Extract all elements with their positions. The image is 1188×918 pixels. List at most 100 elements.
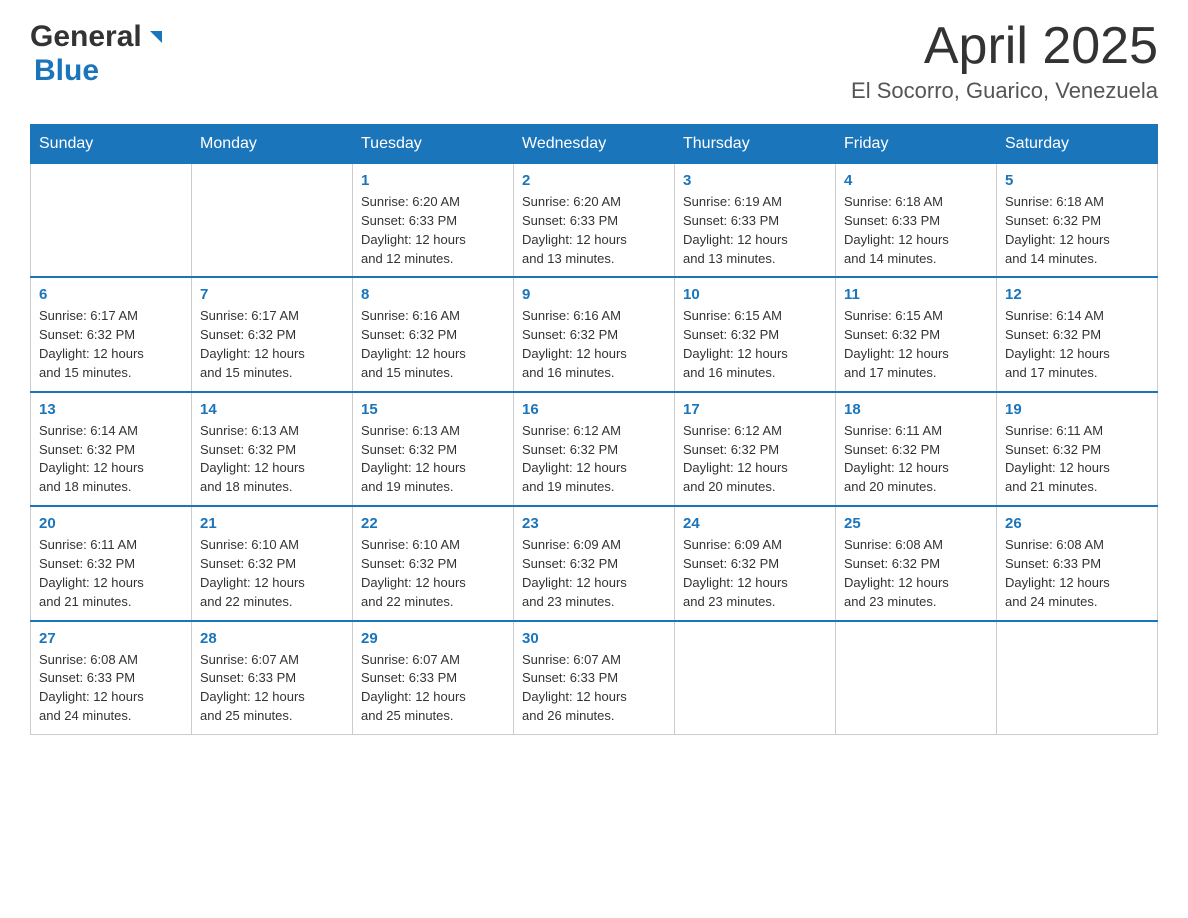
calendar-cell: 15Sunrise: 6:13 AM Sunset: 6:32 PM Dayli… [353,392,514,506]
day-number: 3 [683,172,827,189]
calendar-cell: 14 Sunrise: 6:13 AM Sunset: 6:32 PM Dayli… [192,392,353,506]
logo: General Blue [30,20,166,88]
calendar-cell [675,621,836,735]
day-info: Sunrise: 6:13 AM Sunset: 6:32 PM Dayligh… [200,422,344,497]
day-number: 12 [1005,286,1149,303]
day-info: Sunrise: 6:11 AM Sunset: 6:32 PM Dayligh… [39,536,183,611]
calendar-cell: 11 Sunrise: 6:15 AM Sunset: 6:32 PM Dayli… [836,277,997,391]
month-title: April 2025 [851,20,1158,72]
calendar-cell: 28 Sunrise: 6:07 AM Sunset: 6:33 PM Dayli… [192,621,353,735]
calendar-cell: 27Sunrise: 6:08 AM Sunset: 6:33 PM Dayli… [31,621,192,735]
day-number: 1 [361,172,505,189]
day-number: 17 [683,401,827,418]
logo-general-text: General [30,20,142,54]
calendar-week-row: 6 Sunrise: 6:17 AM Sunset: 6:32 PM Daylig… [31,277,1158,391]
col-header-sunday: Sunday [31,125,192,164]
calendar-cell: 18 Sunrise: 6:11 AM Sunset: 6:32 PM Dayli… [836,392,997,506]
page-header: General Blue April 2025 El Socorro, Guar… [30,20,1158,104]
day-info: Sunrise: 6:16 AM Sunset: 6:32 PM Dayligh… [361,307,505,382]
col-header-wednesday: Wednesday [514,125,675,164]
calendar-cell [192,164,353,278]
calendar-cell: 29Sunrise: 6:07 AM Sunset: 6:33 PM Dayli… [353,621,514,735]
day-number: 13 [39,401,183,418]
day-number: 15 [361,401,505,418]
day-info: Sunrise: 6:10 AM Sunset: 6:32 PM Dayligh… [200,536,344,611]
day-info: Sunrise: 6:08 AM Sunset: 6:32 PM Dayligh… [844,536,988,611]
day-info: Sunrise: 6:07 AM Sunset: 6:33 PM Dayligh… [522,651,666,726]
day-number: 28 [200,630,344,647]
day-number: 23 [522,515,666,532]
day-number: 21 [200,515,344,532]
calendar-cell: 22Sunrise: 6:10 AM Sunset: 6:32 PM Dayli… [353,506,514,620]
day-number: 5 [1005,172,1149,189]
calendar-week-row: 20 Sunrise: 6:11 AM Sunset: 6:32 PM Dayli… [31,506,1158,620]
col-header-saturday: Saturday [997,125,1158,164]
day-info: Sunrise: 6:19 AM Sunset: 6:33 PM Dayligh… [683,193,827,268]
day-info: Sunrise: 6:09 AM Sunset: 6:32 PM Dayligh… [522,536,666,611]
calendar-cell: 8 Sunrise: 6:16 AM Sunset: 6:32 PM Daylig… [353,277,514,391]
day-info: Sunrise: 6:11 AM Sunset: 6:32 PM Dayligh… [844,422,988,497]
day-number: 8 [361,286,505,303]
calendar-cell: 16 Sunrise: 6:12 AM Sunset: 6:32 PM Dayli… [514,392,675,506]
day-info: Sunrise: 6:17 AM Sunset: 6:32 PM Dayligh… [39,307,183,382]
col-header-tuesday: Tuesday [353,125,514,164]
day-number: 30 [522,630,666,647]
day-info: Sunrise: 6:18 AM Sunset: 6:33 PM Dayligh… [844,193,988,268]
day-info: Sunrise: 6:11 AM Sunset: 6:32 PM Dayligh… [1005,422,1149,497]
calendar-cell: 3 Sunrise: 6:19 AM Sunset: 6:33 PM Daylig… [675,164,836,278]
logo-blue-text: Blue [34,54,99,87]
day-number: 20 [39,515,183,532]
calendar-cell: 30 Sunrise: 6:07 AM Sunset: 6:33 PM Dayli… [514,621,675,735]
day-number: 16 [522,401,666,418]
calendar-cell: 21 Sunrise: 6:10 AM Sunset: 6:32 PM Dayli… [192,506,353,620]
day-info: Sunrise: 6:08 AM Sunset: 6:33 PM Dayligh… [1005,536,1149,611]
calendar-cell: 9Sunrise: 6:16 AM Sunset: 6:32 PM Daylig… [514,277,675,391]
calendar-cell: 13Sunrise: 6:14 AM Sunset: 6:32 PM Dayli… [31,392,192,506]
calendar-cell: 10Sunrise: 6:15 AM Sunset: 6:32 PM Dayli… [675,277,836,391]
calendar-cell: 12 Sunrise: 6:14 AM Sunset: 6:32 PM Dayli… [997,277,1158,391]
day-info: Sunrise: 6:14 AM Sunset: 6:32 PM Dayligh… [1005,307,1149,382]
day-number: 22 [361,515,505,532]
calendar-week-row: 1 Sunrise: 6:20 AM Sunset: 6:33 PM Daylig… [31,164,1158,278]
calendar-cell [997,621,1158,735]
calendar-cell: 20 Sunrise: 6:11 AM Sunset: 6:32 PM Dayli… [31,506,192,620]
calendar-cell: 19 Sunrise: 6:11 AM Sunset: 6:32 PM Dayli… [997,392,1158,506]
day-info: Sunrise: 6:18 AM Sunset: 6:32 PM Dayligh… [1005,193,1149,268]
calendar-cell: 2 Sunrise: 6:20 AM Sunset: 6:33 PM Daylig… [514,164,675,278]
calendar-header-row: SundayMondayTuesdayWednesdayThursdayFrid… [31,125,1158,164]
day-number: 11 [844,286,988,303]
col-header-thursday: Thursday [675,125,836,164]
calendar-week-row: 13Sunrise: 6:14 AM Sunset: 6:32 PM Dayli… [31,392,1158,506]
day-info: Sunrise: 6:09 AM Sunset: 6:32 PM Dayligh… [683,536,827,611]
day-number: 24 [683,515,827,532]
day-info: Sunrise: 6:20 AM Sunset: 6:33 PM Dayligh… [361,193,505,268]
day-number: 25 [844,515,988,532]
day-info: Sunrise: 6:12 AM Sunset: 6:32 PM Dayligh… [522,422,666,497]
calendar-cell: 23 Sunrise: 6:09 AM Sunset: 6:32 PM Dayli… [514,506,675,620]
location-text: El Socorro, Guarico, Venezuela [851,78,1158,104]
calendar-cell: 5 Sunrise: 6:18 AM Sunset: 6:32 PM Daylig… [997,164,1158,278]
day-number: 18 [844,401,988,418]
calendar-week-row: 27Sunrise: 6:08 AM Sunset: 6:33 PM Dayli… [31,621,1158,735]
calendar-cell: 1 Sunrise: 6:20 AM Sunset: 6:33 PM Daylig… [353,164,514,278]
day-number: 2 [522,172,666,189]
day-info: Sunrise: 6:15 AM Sunset: 6:32 PM Dayligh… [844,307,988,382]
title-section: April 2025 El Socorro, Guarico, Venezuel… [851,20,1158,104]
calendar-cell [836,621,997,735]
calendar-cell: 17Sunrise: 6:12 AM Sunset: 6:32 PM Dayli… [675,392,836,506]
calendar-cell: 24 Sunrise: 6:09 AM Sunset: 6:32 PM Dayli… [675,506,836,620]
day-number: 9 [522,286,666,303]
day-number: 19 [1005,401,1149,418]
day-number: 29 [361,630,505,647]
day-info: Sunrise: 6:17 AM Sunset: 6:32 PM Dayligh… [200,307,344,382]
day-info: Sunrise: 6:07 AM Sunset: 6:33 PM Dayligh… [200,651,344,726]
col-header-friday: Friday [836,125,997,164]
calendar-cell: 25 Sunrise: 6:08 AM Sunset: 6:32 PM Dayli… [836,506,997,620]
logo-triangle-icon [144,27,166,49]
day-number: 14 [200,401,344,418]
day-info: Sunrise: 6:08 AM Sunset: 6:33 PM Dayligh… [39,651,183,726]
day-number: 6 [39,286,183,303]
calendar-cell: 4Sunrise: 6:18 AM Sunset: 6:33 PM Daylig… [836,164,997,278]
day-info: Sunrise: 6:20 AM Sunset: 6:33 PM Dayligh… [522,193,666,268]
col-header-monday: Monday [192,125,353,164]
